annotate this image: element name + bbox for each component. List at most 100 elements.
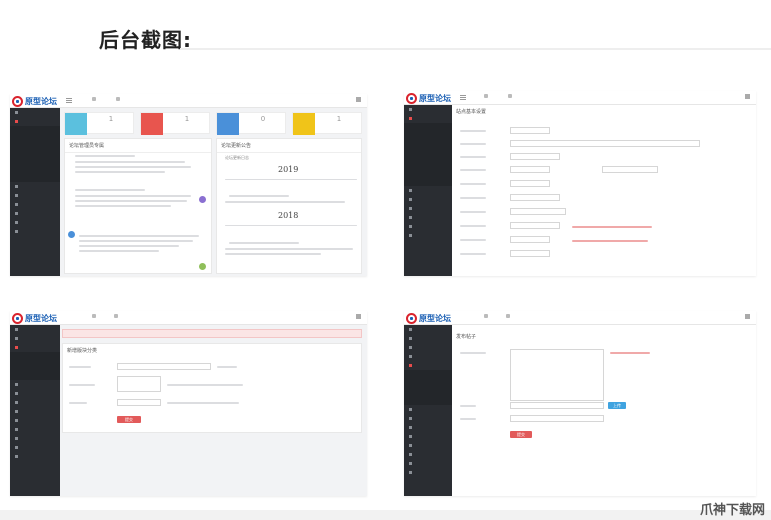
sidebar-item[interactable] <box>10 380 60 389</box>
sidebar-item[interactable] <box>404 405 452 414</box>
sidebar-subitem[interactable] <box>404 179 452 186</box>
sidebar-subitem[interactable] <box>404 384 452 391</box>
sidebar-item[interactable] <box>404 195 452 204</box>
sidebar-item[interactable] <box>404 105 452 114</box>
top-link-home[interactable] <box>92 314 98 318</box>
sidebar-item[interactable] <box>10 416 60 425</box>
sidebar-subitem[interactable] <box>404 144 452 151</box>
user-menu[interactable] <box>356 97 363 102</box>
sidebar-subitem[interactable] <box>10 168 60 175</box>
sidebar-subitem[interactable] <box>404 158 452 165</box>
sidebar-item[interactable] <box>404 352 452 361</box>
sidebar-item[interactable] <box>404 334 452 343</box>
category-select[interactable] <box>117 399 161 406</box>
top-link-refresh[interactable] <box>508 94 514 98</box>
image-url-input[interactable] <box>510 402 604 409</box>
sidebar-subitem[interactable] <box>404 123 452 130</box>
sidebar-item[interactable] <box>10 218 60 227</box>
post-content-textarea[interactable] <box>510 349 604 401</box>
sidebar-subitem[interactable] <box>404 398 452 405</box>
sidebar-item[interactable] <box>10 452 60 461</box>
sidebar-item-active[interactable] <box>10 343 60 352</box>
sidebar-item[interactable] <box>404 441 452 450</box>
sidebar-item[interactable] <box>10 108 60 117</box>
sidebar-subitem[interactable] <box>10 140 60 147</box>
sidebar-item[interactable] <box>404 222 452 231</box>
category-icon-upload[interactable] <box>117 376 161 392</box>
form-select[interactable] <box>510 250 550 257</box>
sidebar-subitem[interactable] <box>404 391 452 398</box>
sidebar-item[interactable] <box>404 325 452 334</box>
sidebar-item[interactable] <box>10 200 60 209</box>
form-input[interactable] <box>602 166 658 173</box>
top-link-home[interactable] <box>484 94 490 98</box>
sidebar-item[interactable] <box>404 423 452 432</box>
sidebar-subitem[interactable] <box>404 370 452 377</box>
form-select[interactable] <box>510 222 560 229</box>
form-input[interactable] <box>510 140 700 147</box>
form-input[interactable] <box>510 208 566 215</box>
sidebar-subitem[interactable] <box>10 373 60 380</box>
menu-toggle-icon[interactable] <box>460 95 466 100</box>
form-select[interactable] <box>510 166 550 173</box>
user-menu[interactable] <box>356 314 363 319</box>
sidebar-item[interactable] <box>404 231 452 240</box>
submit-button[interactable]: 提交 <box>117 416 141 423</box>
sidebar-item[interactable] <box>404 186 452 195</box>
user-menu[interactable] <box>745 94 752 99</box>
sidebar-subitem[interactable] <box>404 137 452 144</box>
top-link-refresh[interactable] <box>114 314 120 318</box>
sidebar-subitem[interactable] <box>10 352 60 359</box>
sidebar-item[interactable] <box>10 334 60 343</box>
sidebar-subitem[interactable] <box>404 130 452 137</box>
top-link-refresh[interactable] <box>116 97 122 101</box>
menu-toggle-icon[interactable] <box>66 98 72 103</box>
sidebar-subitem[interactable] <box>404 151 452 158</box>
category-name-input[interactable] <box>117 363 211 370</box>
tag-input[interactable] <box>510 415 604 422</box>
sidebar-item-active[interactable] <box>10 117 60 126</box>
sidebar-item[interactable] <box>10 182 60 191</box>
sidebar-item[interactable] <box>10 389 60 398</box>
sidebar-item[interactable] <box>404 343 452 352</box>
sidebar-subitem[interactable] <box>10 126 60 133</box>
user-menu[interactable] <box>745 314 752 319</box>
sidebar-subitem[interactable] <box>10 359 60 366</box>
form-input[interactable] <box>510 127 550 134</box>
sidebar-subitem[interactable] <box>10 366 60 373</box>
sidebar-item-active[interactable] <box>404 114 452 123</box>
sidebar-item[interactable] <box>10 227 60 236</box>
top-link-refresh[interactable] <box>506 314 512 318</box>
sidebar-item[interactable] <box>404 459 452 468</box>
sidebar-item[interactable] <box>404 213 452 222</box>
sidebar-subitem[interactable] <box>404 172 452 179</box>
sidebar-subitem[interactable] <box>404 165 452 172</box>
sidebar-item[interactable] <box>404 414 452 423</box>
sidebar-item[interactable] <box>10 407 60 416</box>
sidebar-item-active[interactable] <box>404 361 452 370</box>
sidebar-subitem[interactable] <box>404 377 452 384</box>
sidebar-item[interactable] <box>10 398 60 407</box>
sidebar-subitem[interactable] <box>10 133 60 140</box>
sidebar-item[interactable] <box>404 468 452 477</box>
upload-button[interactable]: 上传 <box>608 402 626 409</box>
sidebar-item[interactable] <box>10 191 60 200</box>
sidebar-item[interactable] <box>10 443 60 452</box>
sidebar-item[interactable] <box>404 432 452 441</box>
top-link-home[interactable] <box>484 314 490 318</box>
submit-button[interactable]: 提交 <box>510 431 532 438</box>
sidebar-subitem[interactable] <box>10 161 60 168</box>
sidebar-item[interactable] <box>10 325 60 334</box>
sidebar-item[interactable] <box>10 425 60 434</box>
form-input[interactable] <box>510 180 550 187</box>
sidebar-item[interactable] <box>10 434 60 443</box>
sidebar-subitem[interactable] <box>10 147 60 154</box>
sidebar-item[interactable] <box>10 209 60 218</box>
form-select[interactable] <box>510 153 560 160</box>
sidebar-item[interactable] <box>404 204 452 213</box>
form-select[interactable] <box>510 236 550 243</box>
sidebar-subitem[interactable] <box>10 154 60 161</box>
sidebar-subitem[interactable] <box>10 175 60 182</box>
form-input[interactable] <box>510 194 560 201</box>
sidebar-item[interactable] <box>404 450 452 459</box>
